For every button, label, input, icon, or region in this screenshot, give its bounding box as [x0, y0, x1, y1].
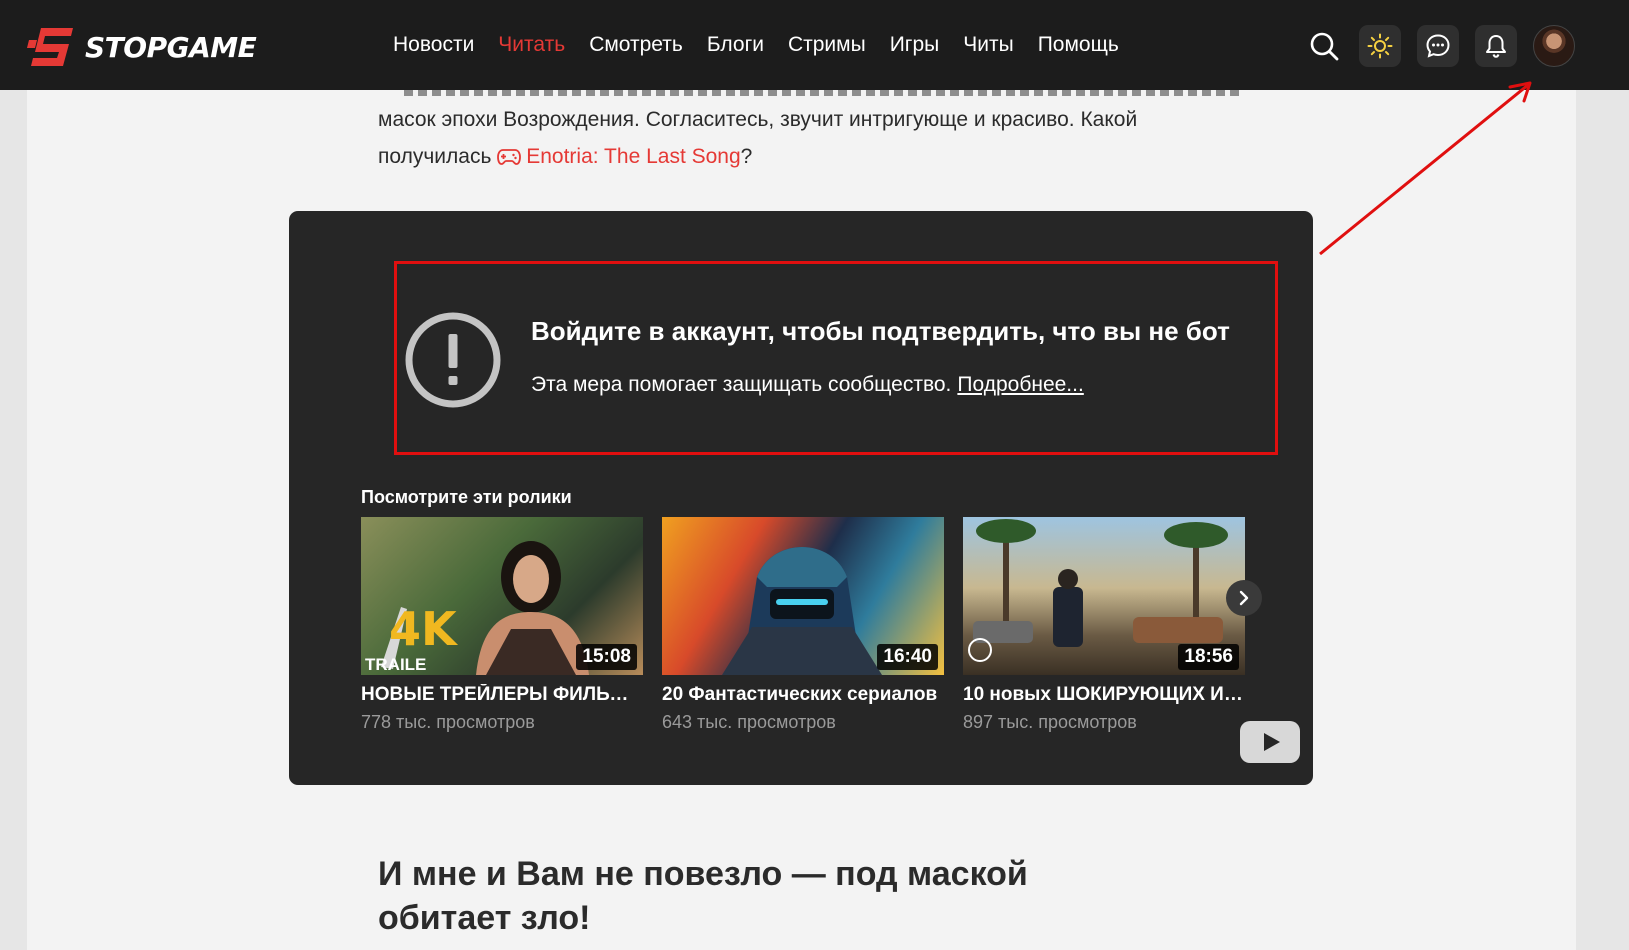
game-link-label: Enotria: The Last Song: [526, 145, 741, 168]
paragraph-text: получилась: [378, 145, 492, 168]
alert-title: Войдите в аккаунт, чтобы подтвердить, чт…: [531, 316, 1230, 346]
login-alert-highlight: [394, 261, 1278, 455]
paragraph-line: получилась Enotria: The Last Song?: [378, 138, 1218, 175]
video-duration: 18:56: [1178, 644, 1239, 670]
alert-message: Эта мера помогает защищать сообщество.: [531, 373, 952, 396]
logo-mark-icon: [27, 28, 73, 66]
video-card[interactable]: 4K TRAILE 15:08 НОВЫЕ ТРЕЙЛЕРЫ ФИЛЬМОВ 2…: [361, 517, 643, 733]
logo-text: STOPGAME: [85, 30, 257, 64]
nav-item-cheats[interactable]: Читы: [963, 33, 1013, 57]
sun-icon: [1367, 33, 1393, 59]
video-title[interactable]: 20 Фантастических сериалов: [662, 684, 944, 706]
nav-item-news[interactable]: Новости: [393, 33, 474, 57]
user-avatar[interactable]: [1533, 25, 1575, 67]
exclamation-icon: [405, 312, 501, 408]
video-views: 778 тыс. просмотров: [361, 712, 535, 732]
clipped-text-line: [404, 90, 1244, 96]
nav-item-help[interactable]: Помощь: [1038, 33, 1119, 57]
article-paragraph: масок эпохи Возрождения. Согласитесь, зв…: [378, 101, 1218, 175]
video-views: 643 тыс. просмотров: [662, 712, 836, 732]
nav-item-watch[interactable]: Смотреть: [589, 33, 683, 57]
nav-item-streams[interactable]: Стримы: [788, 33, 866, 57]
video-thumbnail[interactable]: 18:56: [963, 517, 1245, 675]
video-duration: 15:08: [576, 644, 637, 670]
video-views: 897 тыс. просмотров: [963, 712, 1137, 732]
site-header: STOPGAME Новости Читать Смотреть Блоги С…: [0, 0, 1629, 90]
video-title[interactable]: НОВЫЕ ТРЕЙЛЕРЫ ФИЛЬМОВ 2024: [361, 684, 643, 706]
chat-icon: [1426, 34, 1450, 58]
video-card[interactable]: 18:56 10 новых ШОКИРУЮЩИХ ИГР 897 тыс. п…: [963, 517, 1245, 733]
bell-icon: [1486, 35, 1506, 58]
learn-more-link[interactable]: Подробнее...: [957, 373, 1083, 396]
videos-heading: Посмотрите эти ролики: [361, 487, 572, 507]
notifications-button[interactable]: [1475, 25, 1517, 67]
video-card[interactable]: 16:40 20 Фантастических сериалов 643 тыс…: [662, 517, 944, 733]
main-nav: Новости Читать Смотреть Блоги Стримы Игр…: [393, 0, 1143, 90]
video-duration: 16:40: [877, 644, 938, 670]
video-thumbnail[interactable]: 4K TRAILE 15:08: [361, 517, 643, 675]
site-logo[interactable]: STOPGAME: [27, 26, 257, 68]
search-icon[interactable]: [1308, 30, 1340, 62]
video-title[interactable]: 10 новых ШОКИРУЮЩИХ ИГР: [963, 684, 1245, 706]
video-thumbnail[interactable]: 16:40: [662, 517, 944, 675]
theme-toggle-button[interactable]: [1359, 25, 1401, 67]
nav-item-games[interactable]: Игры: [890, 33, 940, 57]
carousel-next-button[interactable]: [1226, 580, 1262, 616]
chevron-right-icon: [1239, 590, 1249, 606]
nav-item-blogs[interactable]: Блоги: [707, 33, 764, 57]
nav-item-read[interactable]: Читать: [498, 33, 565, 57]
section-heading: И мне и Вам не повезло — под маской обит…: [378, 855, 1028, 937]
alert-text: Эта мера помогает защищать сообщество. По…: [531, 373, 1084, 397]
youtube-play-icon[interactable]: [1240, 721, 1300, 763]
thumbnail-caption: TRAILE: [365, 655, 427, 674]
messages-button[interactable]: [1417, 25, 1459, 67]
game-link[interactable]: Enotria: The Last Song: [497, 145, 741, 168]
svg-text:4K: 4K: [389, 602, 459, 656]
paragraph-text: ?: [740, 145, 753, 168]
gamepad-icon: [497, 149, 522, 165]
paragraph-line: масок эпохи Возрождения. Согласитесь, зв…: [378, 108, 1138, 131]
